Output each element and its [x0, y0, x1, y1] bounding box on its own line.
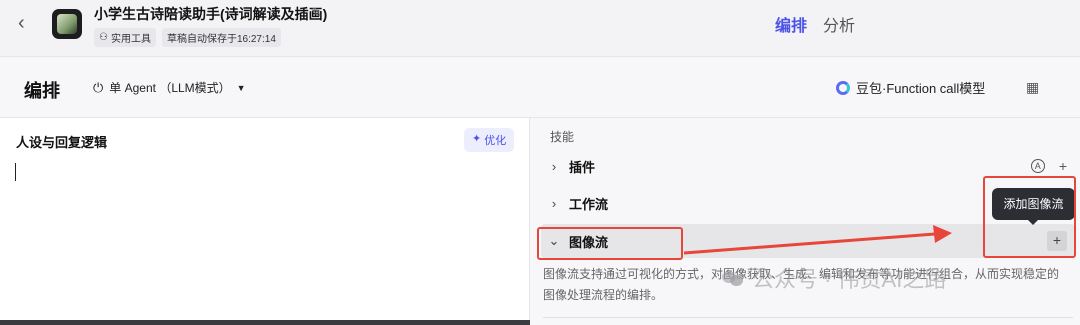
- wechat-icon: [722, 269, 744, 287]
- bottom-edge: [0, 320, 530, 325]
- watermark-text: 公众号 · 伟贯AI之路: [752, 267, 947, 292]
- watermark: 公众号 · 伟贯AI之路: [722, 262, 946, 294]
